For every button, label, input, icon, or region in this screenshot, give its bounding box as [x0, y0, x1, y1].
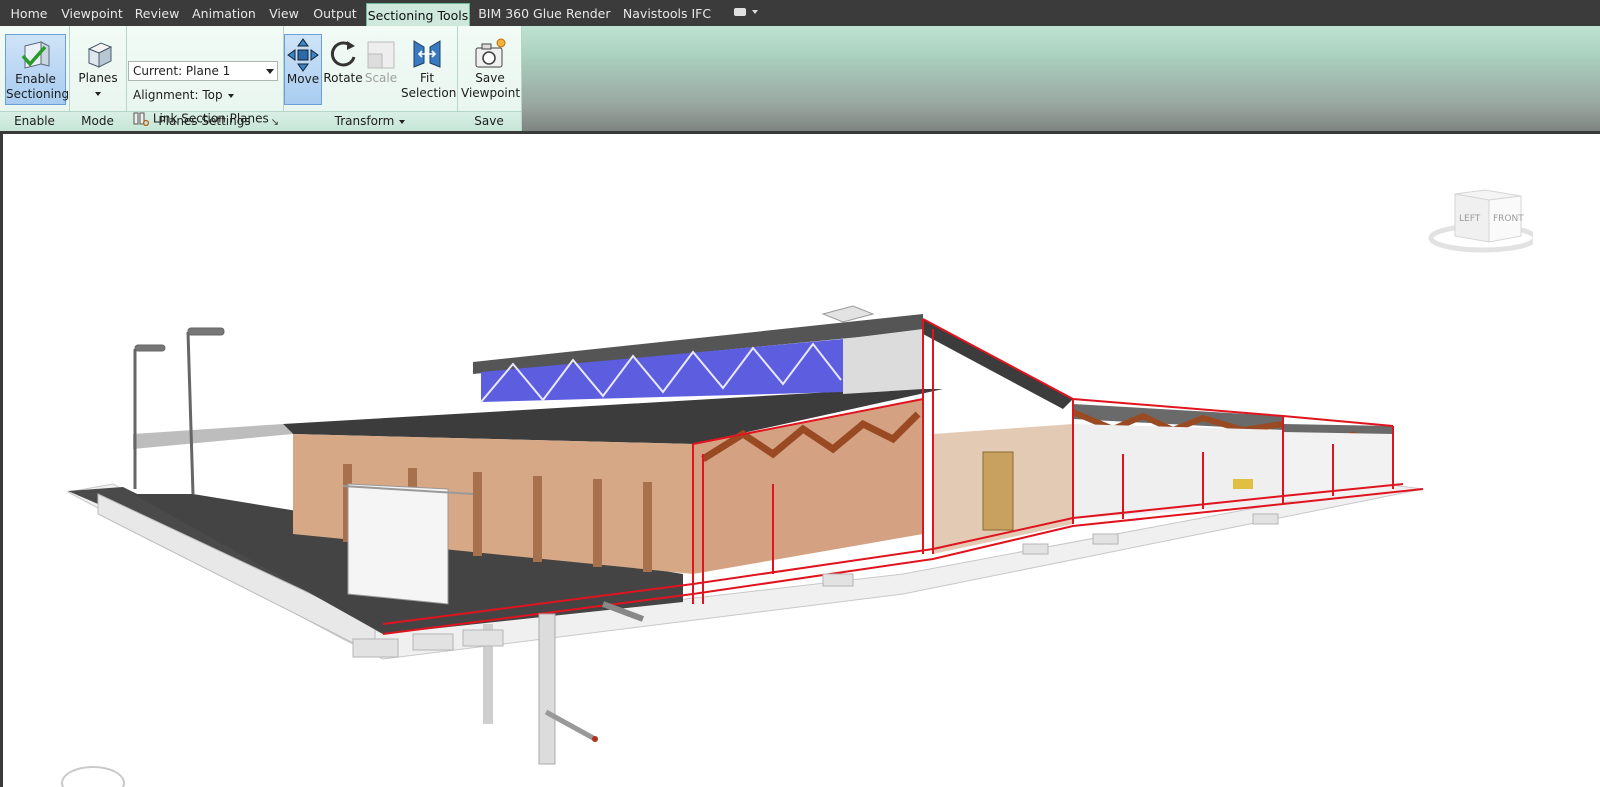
- fit-selection-icon: [413, 40, 441, 68]
- panel-title-transform: Transform: [334, 114, 395, 128]
- enable-sectioning-button[interactable]: Enable Sectioning: [5, 34, 70, 105]
- planes-icon: [87, 42, 113, 68]
- enable-label-line2: Sectioning: [6, 87, 70, 101]
- panel-title-enable: Enable: [0, 111, 69, 131]
- chevron-down-icon: [95, 91, 101, 96]
- link-section-planes-label: Link Section Planes: [152, 111, 269, 126]
- ribbon-options-dropdown[interactable]: [734, 7, 764, 21]
- link-planes-icon: [133, 112, 150, 127]
- dialog-launcher-icon[interactable]: ↘: [271, 117, 279, 128]
- tab-view[interactable]: View: [266, 0, 302, 26]
- planes-mode-button[interactable]: Planes: [73, 34, 123, 104]
- save-viewpoint-button[interactable]: Save Viewpoint: [461, 34, 521, 105]
- camera-icon: [475, 38, 506, 68]
- move-button[interactable]: Move: [284, 34, 322, 105]
- tab-animation[interactable]: Animation: [190, 0, 258, 26]
- rotate-icon: [330, 41, 356, 67]
- view-cube[interactable]: LEFT FRONT: [1423, 186, 1538, 256]
- ribbon-panels: Enable Sectioning Enable Planes Mode Pla…: [0, 26, 522, 131]
- enable-label-line1: Enable: [15, 72, 56, 86]
- tab-viewpoint[interactable]: Viewpoint: [60, 0, 124, 26]
- scale-button[interactable]: Scale: [363, 34, 399, 105]
- rotate-button[interactable]: Rotate: [323, 34, 363, 105]
- building-section-model[interactable]: [3, 134, 1600, 787]
- chevron-down-icon: [399, 119, 406, 124]
- chevron-down-icon: [266, 69, 274, 74]
- ribbon-toggle-icon: [734, 8, 746, 16]
- menu-bar: Home Viewpoint Review Animation View Out…: [0, 0, 1600, 27]
- move-arrows-icon: [287, 38, 319, 72]
- planes-label: Planes: [78, 71, 118, 85]
- scale-icon: [367, 41, 395, 69]
- ribbon: Enable Sectioning Enable Planes Mode Pla…: [0, 26, 1600, 131]
- move-label: Move: [286, 72, 320, 86]
- panel-title-mode: Mode: [69, 111, 126, 131]
- view-cube-left-label: LEFT: [1459, 214, 1481, 224]
- light-poles: [133, 327, 225, 495]
- fit-label-line2: Selection: [401, 86, 457, 100]
- view-cube-front-label: FRONT: [1493, 214, 1524, 224]
- fit-selection-button[interactable]: Fit Selection: [401, 34, 457, 105]
- chevron-down-icon: [752, 10, 759, 14]
- fit-label-line1: Fit: [419, 71, 435, 85]
- panel-title-transform-dropdown[interactable]: Transform: [283, 111, 457, 131]
- current-plane-value: Current: Plane 1: [133, 64, 231, 78]
- tab-home[interactable]: Home: [6, 0, 52, 26]
- tab-sectioning-tools[interactable]: Sectioning Tools: [366, 3, 470, 26]
- save-label-line1: Save: [475, 71, 505, 85]
- tab-render[interactable]: Render: [566, 0, 611, 26]
- chevron-down-icon: [227, 93, 234, 98]
- alignment-label: Alignment: Top: [133, 88, 223, 102]
- 3d-viewport[interactable]: LEFT FRONT: [3, 134, 1600, 787]
- tab-bim-360-glue[interactable]: BIM 360 Glue: [478, 0, 562, 26]
- link-section-planes-toggle[interactable]: Link Section Planes: [133, 111, 269, 127]
- panel-transform: Move Rotate Scale Fit Selection Transfor…: [283, 26, 458, 131]
- rotate-label: Rotate: [323, 71, 363, 85]
- save-label-line2: Viewpoint: [461, 86, 521, 100]
- alignment-dropdown[interactable]: Alignment: Top: [133, 88, 234, 102]
- scale-label: Scale: [364, 71, 398, 85]
- tab-navistools-ifc[interactable]: Navistools IFC: [620, 0, 714, 26]
- current-plane-select[interactable]: Current: Plane 1: [128, 61, 278, 81]
- panel-mode: Planes Mode: [69, 26, 127, 131]
- panel-save: Save Viewpoint Save: [457, 26, 522, 131]
- panel-enable: Enable Sectioning Enable: [0, 26, 70, 131]
- enable-sectioning-icon: [21, 41, 49, 69]
- tab-review[interactable]: Review: [132, 0, 182, 26]
- tab-output[interactable]: Output: [310, 0, 360, 26]
- panel-title-save: Save: [457, 111, 521, 131]
